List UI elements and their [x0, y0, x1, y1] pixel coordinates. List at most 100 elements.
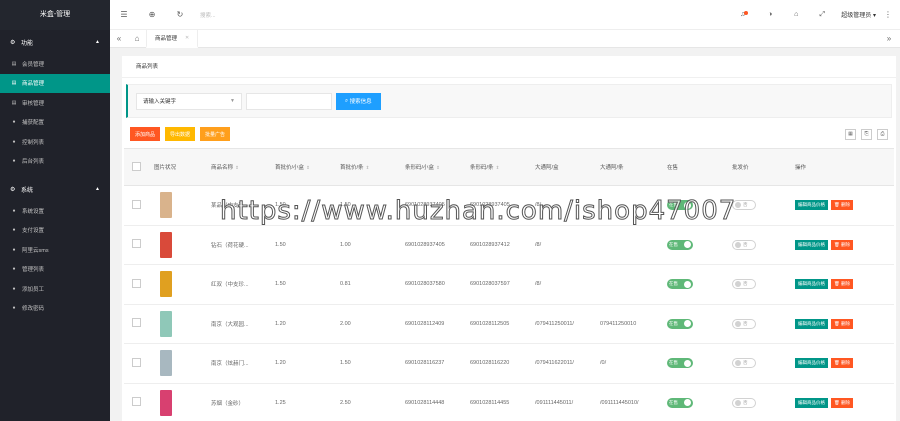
export-button[interactable]: 导出数据	[165, 127, 196, 141]
delete-button[interactable]: 🗑 删除	[831, 318, 853, 329]
tabs-next-icon[interactable]: »	[878, 34, 900, 43]
tab-product-management[interactable]: 商品管理 ✕	[146, 29, 199, 48]
column-header[interactable]: 首批价/条 ⇕	[336, 163, 401, 171]
sidebar-item-aliyun-sms[interactable]: ● 阿里云sms	[0, 240, 110, 260]
batch-ad-button[interactable]: 批量广告	[200, 127, 231, 141]
search-button[interactable]: ⌕ 搜索信息	[336, 92, 381, 110]
close-icon[interactable]: ✕	[185, 35, 189, 41]
on-sale-toggle[interactable]: 在售	[667, 239, 693, 250]
link-box: /091111445011/	[535, 399, 574, 406]
row-checkbox[interactable]	[132, 318, 141, 328]
edit-price-button[interactable]: 编辑商品价格	[795, 239, 828, 250]
more-vertical-icon[interactable]: ⋮	[884, 10, 892, 19]
search-input[interactable]	[246, 92, 332, 110]
product-thumbnail[interactable]	[160, 231, 172, 258]
on-sale-toggle[interactable]: 在售	[667, 358, 693, 369]
sidebar-item-control-list[interactable]: ● 控制列表	[0, 132, 110, 152]
select-all-checkbox[interactable]	[132, 161, 141, 171]
fullscreen-icon[interactable]: ⤢	[809, 11, 835, 19]
edit-price-button[interactable]: 编辑商品价格	[795, 358, 828, 369]
column-header[interactable]: 条形码/条 ⇕	[466, 163, 531, 171]
sidebar-group-system[interactable]: ⚙ 系统 ▲	[0, 177, 110, 201]
column-header[interactable]: 条形码/小盒 ⇕	[401, 163, 466, 171]
on-sale-toggle[interactable]: 在售	[667, 279, 693, 290]
wholesale-toggle[interactable]: 否	[732, 200, 756, 211]
add-product-button[interactable]: 添加商品	[130, 127, 161, 141]
sort-icon[interactable]: ⇕	[496, 165, 500, 170]
delete-button[interactable]: 🗑 删除	[831, 279, 853, 290]
row-checkbox[interactable]	[132, 278, 141, 288]
column-header: 大通阿/条	[600, 165, 624, 171]
delete-button[interactable]: 🗑 删除	[831, 358, 853, 369]
sort-icon[interactable]: ⇕	[366, 165, 370, 170]
tag-icon[interactable]: ⌂	[783, 11, 809, 18]
link-box: /079411250011/	[535, 320, 574, 327]
delete-button[interactable]: 🗑 删除	[831, 239, 853, 250]
on-sale-toggle[interactable]: 在售	[667, 397, 693, 408]
edit-price-button[interactable]: 编辑商品价格	[795, 200, 828, 211]
wholesale-toggle[interactable]: 否	[732, 279, 756, 290]
edit-price-button[interactable]: 编辑商品价格	[795, 279, 828, 290]
price-strip: 1.50	[340, 202, 351, 209]
menu-toggle-icon[interactable]: ☰	[110, 10, 138, 19]
product-table: 图片状况 商品名称 ⇕ 首批价/小盒 ⇕ 首批价/条 ⇕ 条形码/小盒 ⇕ 条形码/条 ⇕…	[124, 148, 894, 421]
user-menu[interactable]: 超级管理员 ▾	[841, 10, 876, 19]
row-checkbox[interactable]	[132, 357, 141, 367]
sidebar-item-system-settings[interactable]: ● 系统设置	[0, 201, 110, 221]
product-thumbnail[interactable]	[160, 389, 172, 416]
sidebar-item-payment-settings[interactable]: ● 支付设置	[0, 221, 110, 241]
sort-icon[interactable]: ⇕	[436, 165, 440, 170]
sidebar-item-members[interactable]: ▤ 会员管理	[0, 54, 110, 74]
column-header[interactable]: 首批价/小盒 ⇕	[271, 163, 336, 171]
link-box: /8/	[535, 202, 542, 209]
print-icon[interactable]: ⎙	[877, 128, 888, 140]
product-thumbnail[interactable]	[160, 350, 172, 377]
sidebar-item-add-staff[interactable]: ● 添加员工	[0, 279, 110, 299]
sidebar-item-change-password[interactable]: ● 修改密码	[0, 299, 110, 319]
sidebar-item-capture-config[interactable]: ● 捕获配置	[0, 113, 110, 133]
sidebar-item-backend-list[interactable]: ● 后台列表	[0, 152, 110, 172]
toggle-knob	[735, 320, 741, 327]
product-thumbnail[interactable]	[160, 271, 172, 298]
wholesale-toggle[interactable]: 否	[732, 318, 756, 329]
barcode-strip: 6901028112505	[470, 320, 510, 327]
export-icon[interactable]: ⎘	[861, 128, 872, 140]
edit-price-button[interactable]: 编辑商品价格	[795, 397, 828, 408]
tabs-prev-icon[interactable]: «	[110, 34, 128, 43]
theme-icon[interactable]: ◑	[757, 11, 783, 18]
wholesale-toggle[interactable]: 否	[732, 358, 756, 369]
app-title: 米盒-管理	[0, 0, 110, 30]
on-sale-toggle[interactable]: 在售	[667, 318, 693, 329]
sidebar-item-review[interactable]: ▤ 审核管理	[0, 93, 110, 113]
sidebar-item-label: 管理列表	[22, 267, 45, 274]
sidebar-item-admin-list[interactable]: ● 管理列表	[0, 260, 110, 280]
sidebar-item-products[interactable]: ▤ 商品管理	[0, 73, 110, 93]
row-checkbox[interactable]	[132, 199, 141, 209]
sort-icon[interactable]: ⇕	[235, 165, 239, 170]
delete-button[interactable]: 🗑 删除	[831, 200, 853, 211]
on-sale-toggle[interactable]: 在售	[667, 200, 693, 211]
edit-price-button[interactable]: 编辑商品价格	[795, 318, 828, 329]
dot-icon: ●	[12, 119, 16, 126]
refresh-icon[interactable]: ↻	[166, 10, 194, 19]
delete-label: 删除	[840, 360, 850, 366]
columns-icon[interactable]: ▦	[845, 128, 856, 140]
home-icon[interactable]: ⌂	[128, 34, 146, 43]
link-box: /079411622011/	[535, 360, 574, 367]
column-header[interactable]: 商品名称 ⇕	[207, 163, 271, 171]
sort-icon[interactable]: ⇕	[306, 165, 310, 170]
product-thumbnail[interactable]	[160, 310, 172, 337]
bell-icon[interactable]: ♫	[731, 11, 757, 18]
globe-icon[interactable]: ⊕	[138, 10, 166, 19]
row-checkbox[interactable]	[132, 397, 141, 407]
keyword-select[interactable]: 请输入关键字 ▼	[136, 92, 242, 110]
barcode-box: 6901028116237	[405, 360, 445, 367]
sidebar-item-label: 系统设置	[22, 208, 45, 215]
wholesale-toggle[interactable]: 否	[732, 397, 756, 408]
product-thumbnail[interactable]	[160, 192, 172, 219]
row-checkbox[interactable]	[132, 239, 141, 249]
sidebar-group-functions[interactable]: ⚙ 功能 ▲	[0, 30, 110, 54]
header-search-input[interactable]: 搜索...	[200, 11, 216, 19]
delete-button[interactable]: 🗑 删除	[831, 397, 853, 408]
wholesale-toggle[interactable]: 否	[732, 239, 756, 250]
